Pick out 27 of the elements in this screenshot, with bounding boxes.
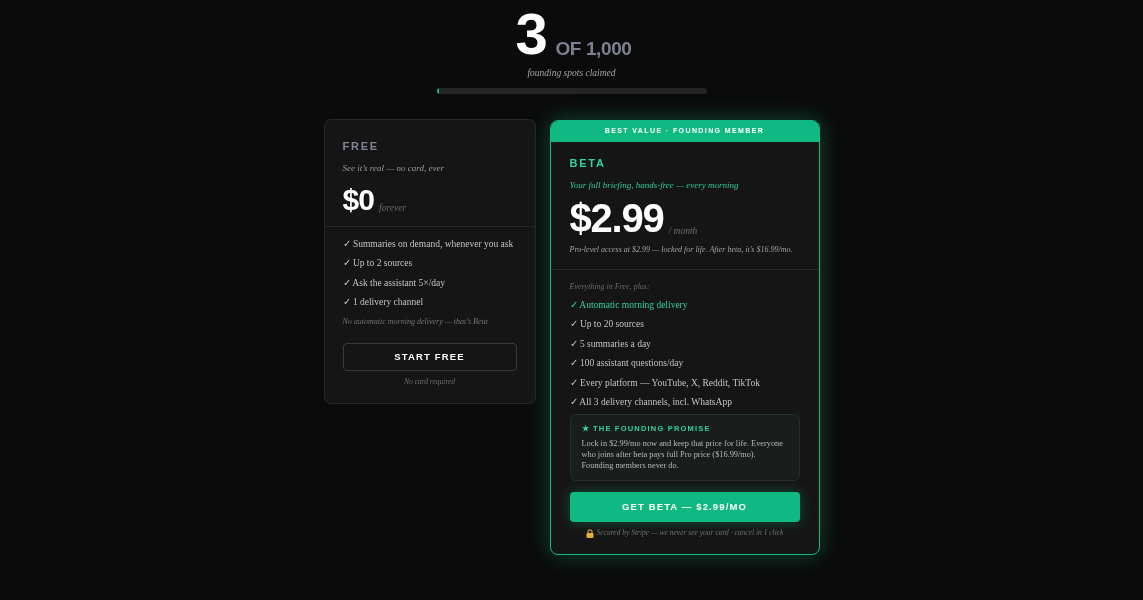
lock-icon	[585, 528, 594, 538]
feature-item: ✓ 1 delivery channel	[342, 296, 425, 309]
plan-name: BETA	[569, 157, 607, 169]
feature-item: ✓ Summaries on demand, whenever you ask	[342, 238, 515, 251]
features-intro: Everything in Free, plus:	[569, 281, 651, 292]
feature-item: ✓ Ask the assistant 5×/day	[342, 276, 447, 290]
feature-item: ✓ All 3 delivery channels, incl. WhatsApp	[569, 396, 733, 409]
price-note: Pro-level access at $2.99 — locked for life. After beta, it’s $16.99/mo.	[569, 244, 794, 255]
feature-item: ✓ Automatic morning delivery	[569, 299, 689, 312]
feature-item: ✓ 5 summaries a day	[569, 337, 652, 351]
counter-caption: founding spots claimed	[527, 67, 616, 79]
plan-button[interactable]: START FREE	[342, 342, 517, 371]
total-count: OF 1,000	[555, 39, 632, 58]
plan-note: No automatic morning delivery — that’s Beta	[342, 315, 489, 327]
claimed-count: 3	[515, 9, 546, 59]
feature-item: ✓ Up to 2 sources	[342, 257, 414, 270]
feature-item: ✓ Up to 20 sources	[569, 318, 645, 331]
price-period: forever	[379, 202, 407, 214]
plan-name: FREE	[342, 140, 380, 152]
plan-price: $0	[342, 186, 375, 213]
plan-tagline: See it’s real — no card, ever	[342, 162, 445, 174]
feature-item: ✓ 100 assistant questions/day	[569, 357, 685, 370]
plan-price: $2.99	[569, 200, 664, 236]
feature-item: ✓ Every platform — YouTube, X, Reddit, TikTok	[569, 376, 761, 390]
price-period: / month	[668, 225, 698, 237]
promise-text: Lock in $2.99/mo now and keep that price for life. Everyone who joins after beta pays full Pro price ($16.99/mo). Founding members never do.	[581, 438, 784, 472]
plan-tagline: Your full briefing, hands-free — every morning	[569, 179, 740, 191]
